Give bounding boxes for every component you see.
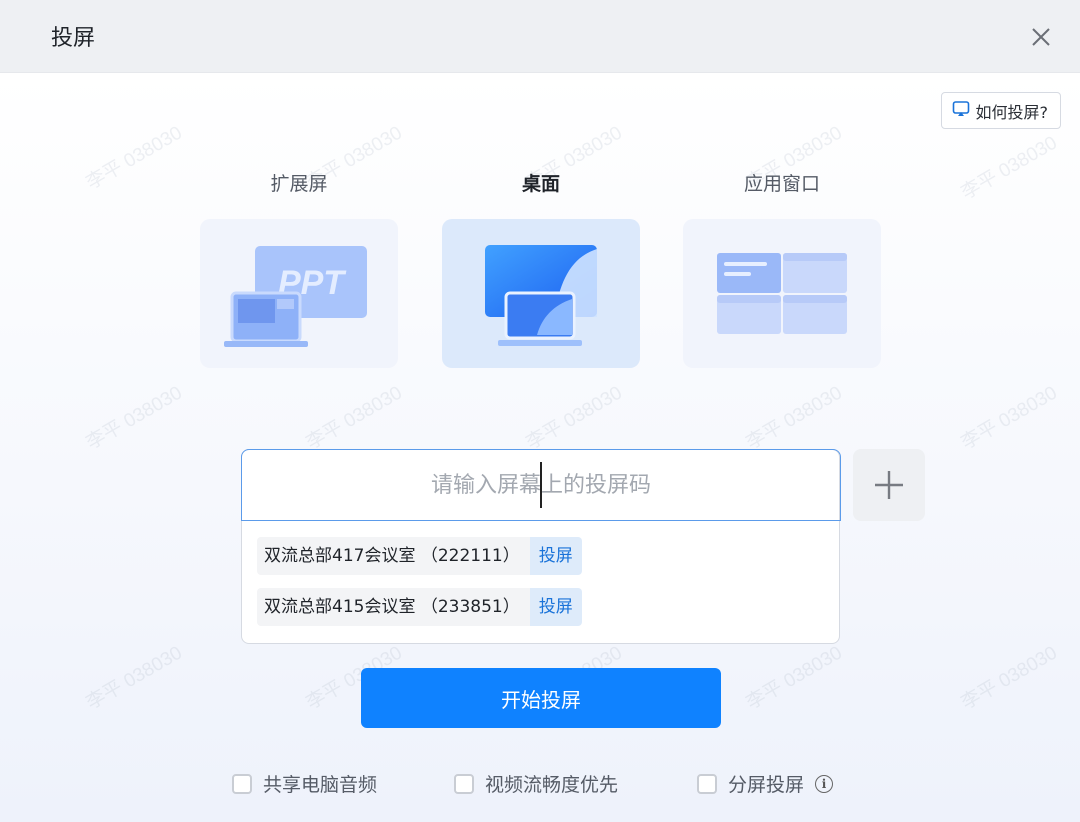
- watermark: 李平 038030: [957, 132, 1061, 204]
- mode-label: 应用窗口: [743, 173, 820, 195]
- extend-screen-card[interactable]: PPT: [200, 219, 398, 368]
- split-screen-label: 分屏投屏: [728, 774, 805, 796]
- cast-code-field[interactable]: [241, 449, 841, 521]
- cast-panel: 李平 038030 李平 038030 李平 038030 李平 038030 …: [0, 73, 1080, 822]
- recent-room-item[interactable]: 双流总部417会议室 （222111） 投屏: [257, 537, 582, 575]
- desktop-card[interactable]: [442, 219, 640, 368]
- cast-screen-icon: [952, 100, 970, 122]
- watermark: 李平 038030: [82, 642, 186, 714]
- window-title: 投屏: [51, 26, 96, 51]
- app-window-card[interactable]: [683, 219, 881, 368]
- mode-app-window[interactable]: 应用窗口: [683, 169, 881, 368]
- watermark: 李平 038030: [742, 382, 846, 454]
- recent-room-cast-button[interactable]: 投屏: [529, 537, 582, 575]
- desktop-illustration: [485, 245, 597, 346]
- recent-room-name: 双流总部415会议室 （233851）: [257, 588, 530, 626]
- mode-label: 扩展屏: [270, 173, 328, 195]
- recent-room-name: 双流总部417会议室 （222111）: [257, 537, 530, 575]
- title-bar: 投屏: [0, 0, 1080, 73]
- recent-room-cast-button[interactable]: 投屏: [529, 588, 582, 626]
- info-icon[interactable]: i: [815, 774, 834, 793]
- app-window-illustration: [717, 253, 847, 334]
- smooth-video-checkbox[interactable]: [454, 773, 474, 794]
- share-audio-checkbox[interactable]: [232, 773, 252, 794]
- how-to-cast-button[interactable]: 如何投屏?: [940, 92, 1061, 129]
- extend-screen-illustration: PPT: [224, 246, 367, 347]
- split-screen-option[interactable]: 分屏投屏 i: [697, 770, 834, 797]
- watermark: 李平 038030: [742, 642, 846, 714]
- watermark: 李平 038030: [302, 382, 406, 454]
- smooth-video-label: 视频流畅度优先: [485, 774, 619, 796]
- mode-extend-screen[interactable]: 扩展屏 PPT: [200, 169, 398, 368]
- smooth-video-option[interactable]: 视频流畅度优先: [454, 770, 618, 797]
- mode-desktop[interactable]: 桌面: [442, 169, 640, 368]
- split-screen-checkbox[interactable]: [697, 773, 717, 794]
- close-icon[interactable]: [1026, 22, 1056, 52]
- recent-room-item[interactable]: 双流总部415会议室 （233851） 投屏: [257, 588, 582, 626]
- start-cast-button[interactable]: 开始投屏: [361, 668, 721, 728]
- mode-label: 桌面: [521, 173, 560, 195]
- plus-icon: [875, 471, 903, 499]
- watermark: 李平 038030: [82, 382, 186, 454]
- watermark: 李平 038030: [957, 382, 1061, 454]
- watermark: 李平 038030: [82, 122, 186, 194]
- text-caret: [540, 462, 542, 508]
- watermark: 李平 038030: [957, 642, 1061, 714]
- share-audio-option[interactable]: 共享电脑音频: [232, 770, 377, 797]
- add-button[interactable]: [853, 449, 925, 521]
- cast-code-panel: 双流总部417会议室 （222111） 投屏 双流总部415会议室 （23385…: [241, 449, 841, 644]
- share-audio-label: 共享电脑音频: [263, 774, 378, 796]
- how-to-cast-label: 如何投屏?: [975, 102, 1049, 122]
- watermark: 李平 038030: [522, 382, 626, 454]
